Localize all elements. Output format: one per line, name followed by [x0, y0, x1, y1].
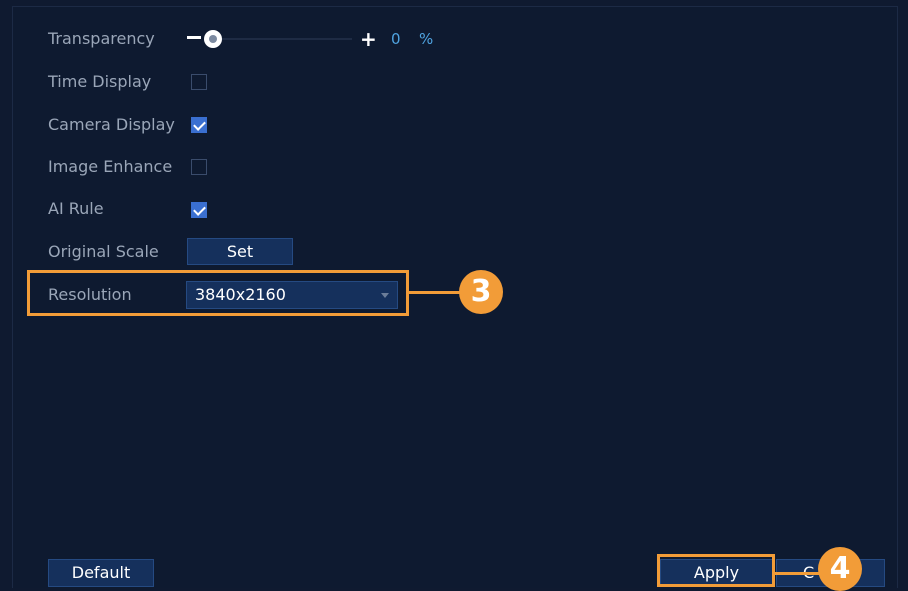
- transparency-label: Transparency: [48, 29, 155, 48]
- resolution-highlight-box: [27, 270, 409, 316]
- apply-highlight-box: [657, 554, 775, 587]
- image-enhance-label: Image Enhance: [48, 157, 173, 176]
- camera-display-label: Camera Display: [48, 115, 175, 134]
- callout-3-marker: 3: [459, 270, 503, 314]
- camera-display-checkbox[interactable]: [191, 117, 207, 133]
- original-scale-label: Original Scale: [48, 242, 159, 261]
- image-enhance-checkbox[interactable]: [191, 159, 207, 175]
- transparency-value: 0: [391, 30, 401, 48]
- transparency-unit: %: [419, 30, 434, 48]
- transparency-increase-button[interactable]: +: [360, 27, 377, 51]
- ai-rule-checkbox[interactable]: [191, 202, 207, 218]
- transparency-slider-track[interactable]: [210, 38, 352, 40]
- time-display-label: Time Display: [48, 72, 152, 91]
- callout-3-leader-line: [409, 291, 461, 294]
- ai-rule-label: AI Rule: [48, 199, 104, 218]
- time-display-checkbox[interactable]: [191, 74, 207, 90]
- default-button[interactable]: Default: [48, 559, 154, 587]
- original-scale-set-button[interactable]: Set: [187, 238, 293, 265]
- callout-4-leader-line: [775, 572, 821, 575]
- transparency-decrease-button[interactable]: [187, 36, 201, 39]
- transparency-slider-handle[interactable]: [204, 30, 222, 48]
- callout-4-marker: 4: [818, 547, 862, 591]
